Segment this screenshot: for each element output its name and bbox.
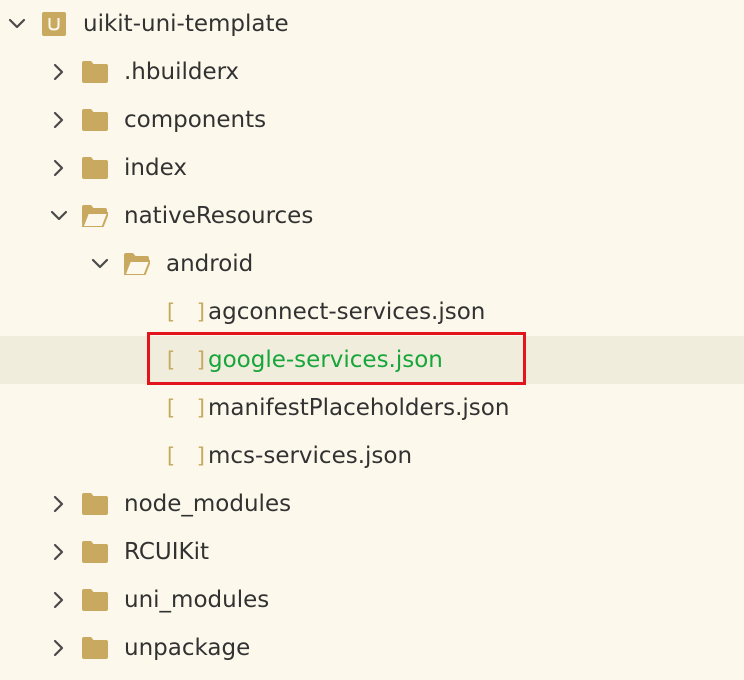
- tree-item-label: .hbuilderx: [124, 59, 240, 85]
- chevron-right-icon[interactable]: [48, 541, 70, 563]
- tree-item-label: mcs-services.json: [208, 443, 413, 469]
- chevron-right-icon[interactable]: [48, 61, 70, 83]
- tree-item-folder[interactable]: .hbuilderx: [0, 48, 744, 96]
- tree-item-label: nativeResources: [124, 203, 314, 229]
- tree-item-project-root[interactable]: uikit-uni-template: [0, 0, 744, 48]
- folder-icon: [82, 589, 108, 611]
- chevron-right-icon[interactable]: [48, 109, 70, 131]
- folder-open-icon: [82, 205, 108, 227]
- tree-item-label: agconnect-services.json: [208, 299, 486, 325]
- tree-item-label: index: [124, 155, 187, 181]
- folder-icon: [82, 541, 108, 563]
- chevron-right-icon[interactable]: [48, 157, 70, 179]
- tree-item-label: RCUIKit: [124, 539, 210, 565]
- folder-icon: [82, 637, 108, 659]
- tree-item-label: uikit-uni-template: [83, 11, 289, 37]
- tree-item-file[interactable]: [ ] agconnect-services.json: [0, 288, 744, 336]
- tree-item-file[interactable]: [ ] manifestPlaceholders.json: [0, 384, 744, 432]
- folder-icon: [82, 109, 108, 131]
- chevron-right-icon[interactable]: [48, 589, 70, 611]
- tree-item-label: manifestPlaceholders.json: [208, 395, 510, 421]
- json-file-icon: [ ]: [164, 396, 211, 420]
- tree-item-folder[interactable]: RCUIKit: [0, 528, 744, 576]
- tree-item-label: unpackage: [124, 635, 251, 661]
- tree-item-folder[interactable]: node_modules: [0, 480, 744, 528]
- folder-icon: [82, 493, 108, 515]
- tree-item-folder-expanded[interactable]: android: [0, 240, 744, 288]
- project-icon: [42, 12, 66, 36]
- chevron-down-icon[interactable]: [6, 13, 28, 35]
- chevron-right-icon[interactable]: [48, 637, 70, 659]
- tree-item-file[interactable]: [ ] mcs-services.json: [0, 432, 744, 480]
- tree-item-folder[interactable]: index: [0, 144, 744, 192]
- folder-open-icon: [124, 253, 150, 275]
- chevron-down-icon[interactable]: [48, 205, 70, 227]
- tree-item-folder[interactable]: components: [0, 96, 744, 144]
- json-file-icon: [ ]: [164, 444, 211, 468]
- tree-item-label: google-services.json: [208, 347, 443, 373]
- json-file-icon: [ ]: [164, 348, 211, 372]
- tree-item-label: android: [166, 251, 254, 277]
- tree-item-label: node_modules: [124, 491, 292, 517]
- tree-item-folder[interactable]: unpackage: [0, 624, 744, 672]
- tree-item-folder[interactable]: uni_modules: [0, 576, 744, 624]
- tree-item-label: uni_modules: [124, 587, 270, 613]
- json-file-icon: [ ]: [164, 300, 211, 324]
- folder-icon: [82, 61, 108, 83]
- folder-icon: [82, 157, 108, 179]
- tree-item-label: components: [124, 107, 267, 133]
- tree-item-file-selected[interactable]: [ ] google-services.json: [0, 336, 744, 384]
- chevron-down-icon[interactable]: [89, 253, 111, 275]
- tree-item-folder-expanded[interactable]: nativeResources: [0, 192, 744, 240]
- project-explorer-tree: uikit-uni-template .hbuilderx components…: [0, 0, 744, 680]
- chevron-right-icon[interactable]: [48, 493, 70, 515]
